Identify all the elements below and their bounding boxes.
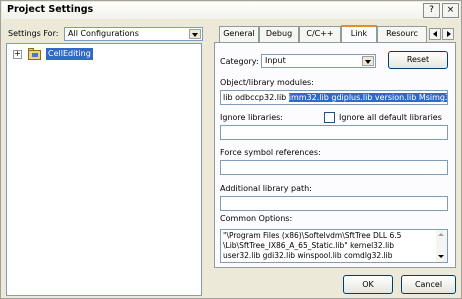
scroll-up-icon[interactable] [436, 230, 447, 240]
chevron-down-icon[interactable] [189, 29, 201, 39]
cancel-button[interactable]: Cancel [401, 275, 456, 294]
ignore-libraries-field[interactable] [220, 125, 448, 140]
additional-path-field[interactable] [220, 196, 448, 211]
project-tree[interactable]: + CellEditing [6, 43, 202, 296]
ok-button[interactable]: OK [343, 275, 393, 294]
title-bar[interactable]: Project Settings ? × [2, 2, 460, 19]
tab-c-cpp[interactable]: C/C++ [299, 26, 341, 42]
project-folder-icon [28, 48, 41, 60]
tab-resources[interactable]: Resourc [377, 26, 427, 42]
modules-selected-text: imm32.lib gdiplus.lib version.lib Msimg3… [288, 93, 447, 102]
category-value: Input [265, 56, 286, 65]
common-options-line: \Lib\SftTree_IX86_A_65_Static.lib" kerne… [223, 241, 395, 250]
settings-for-label: Settings For: [8, 29, 59, 38]
window-title: Project Settings [7, 4, 94, 15]
tab-debug[interactable]: Debug [259, 26, 299, 42]
settings-for-value: All Configurations [68, 29, 139, 38]
ignore-libraries-label: Ignore libraries: [220, 113, 283, 122]
tab-scroll-left-icon[interactable] [429, 28, 441, 40]
help-button[interactable]: ? [423, 3, 440, 18]
category-label: Category: [220, 57, 259, 66]
settings-for-combo[interactable]: All Configurations [64, 27, 203, 41]
common-options-textarea[interactable]: "\Program Files (x86)\Softelvdm\SftTree … [220, 229, 448, 263]
tab-general[interactable]: General [219, 26, 259, 42]
close-button[interactable]: × [442, 3, 459, 18]
chevron-down-icon[interactable] [362, 56, 374, 66]
modules-label: Object/library modules: [220, 78, 314, 87]
tree-item-cellediting[interactable]: CellEditing [46, 48, 93, 60]
force-symbol-field[interactable] [220, 160, 448, 175]
force-symbol-label: Force symbol references: [220, 148, 321, 157]
additional-path-label: Additional library path: [220, 184, 312, 193]
reset-button[interactable]: Reset [388, 51, 448, 69]
ignore-all-default-checkbox[interactable] [324, 112, 335, 123]
scroll-down-icon[interactable] [436, 252, 447, 262]
common-options-line: user32.lib gdi32.lib winspool.lib comdlg… [223, 251, 393, 260]
modules-text: lib odbccp32.lib [223, 93, 289, 102]
tree-expander[interactable]: + [13, 50, 22, 59]
common-options-scrollbar[interactable] [436, 230, 447, 262]
common-options-line: "\Program Files (x86)\Softelvdm\SftTree … [223, 231, 402, 240]
common-options-label: Common Options: [220, 214, 293, 223]
modules-field[interactable]: lib odbccp32.lib imm32.lib gdiplus.lib v… [220, 90, 448, 105]
tab-link[interactable]: Link [341, 25, 377, 43]
ignore-all-default-label: Ignore all default libraries [339, 113, 442, 122]
tab-scroll-right-icon[interactable] [442, 28, 454, 40]
category-combo[interactable]: Input [261, 54, 376, 68]
project-settings-dialog: Project Settings ? × Settings For: All C… [0, 0, 462, 299]
